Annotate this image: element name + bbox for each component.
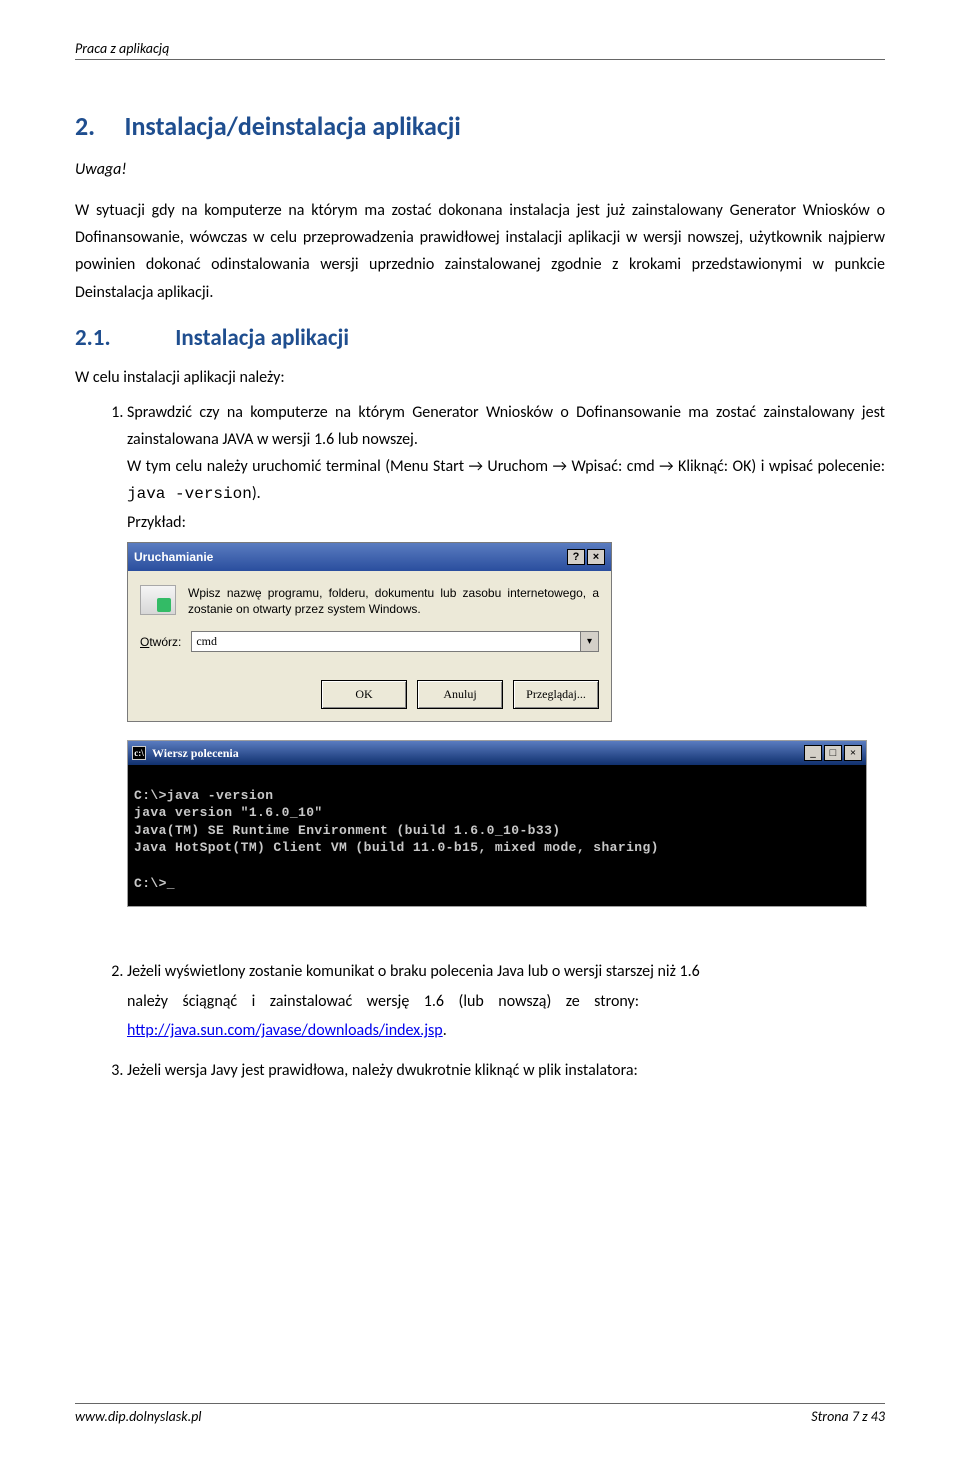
warning-label: Uwaga! (75, 160, 885, 179)
step1-line1: Sprawdzić czy na komputerze na którym Ge… (127, 403, 885, 449)
maximize-button[interactable]: □ (824, 745, 842, 761)
dropdown-icon[interactable]: ▾ (580, 632, 598, 651)
open-input[interactable] (192, 632, 580, 651)
page-footer: www.dip.dolnyslask.pl Strona 7 z 43 (75, 1403, 885, 1425)
step1-line2c: ). (252, 484, 261, 503)
step-2: Jeżeli wyświetlony zostanie komunikat o … (127, 957, 885, 1046)
ok-button[interactable]: OK (321, 680, 407, 708)
step2-line2: należy ściągnąć i zainstalować wersję 1.… (127, 992, 639, 1011)
run-dialog-title: Uruchamianie (134, 547, 213, 567)
run-dialog-desc: Wpisz nazwę programu, folderu, dokumentu… (188, 585, 599, 617)
cancel-button[interactable]: Anuluj (417, 680, 503, 708)
steps-list-1: Sprawdzić czy na komputerze na którym Ge… (75, 399, 885, 907)
subsection-heading: 2.1. Instalacja aplikacji (75, 324, 885, 352)
close-button[interactable]: × (844, 745, 862, 761)
step1-command: java -version (127, 485, 252, 503)
cmd-titlebar: c:\ Wiersz polecenia _ □ × (128, 741, 866, 765)
java-download-link[interactable]: http://java.sun.com/javase/downloads/ind… (127, 1021, 443, 1040)
cmd-window: c:\ Wiersz polecenia _ □ × C:\>java -ver… (127, 740, 867, 907)
run-icon (140, 585, 176, 615)
section-number: 2. (75, 110, 95, 142)
section-heading: 2. Instalacja/deinstalacja aplikacji (75, 110, 885, 142)
browse-button[interactable]: Przeglądaj... (513, 680, 599, 708)
cmd-title-text: Wiersz polecenia (152, 743, 239, 763)
intro-paragraph: W sytuacji gdy na komputerze na którym m… (75, 197, 885, 306)
subsection-title: Instalacja aplikacji (175, 324, 349, 352)
steps-intro: W celu instalacji aplikacji należy: (75, 368, 885, 387)
page-header: Praca z aplikacją (75, 40, 885, 60)
steps-list-2: Jeżeli wyświetlony zostanie komunikat o … (75, 957, 885, 1085)
cmd-output: C:\>java -version java version "1.6.0_10… (128, 765, 866, 906)
footer-right: Strona 7 z 43 (811, 1408, 885, 1425)
section-title-text: Instalacja/deinstalacja aplikacji (125, 110, 461, 142)
help-button[interactable]: ? (567, 549, 585, 565)
open-input-wrap[interactable]: ▾ (191, 631, 599, 652)
open-label: Otwórz: (140, 632, 181, 652)
step1-example-label: Przykład: (127, 513, 186, 532)
step-3: Jeżeli wersja Javy jest prawidłowa, nale… (127, 1056, 885, 1086)
step1-line2a: W tym celu należy uruchomić terminal (Me… (127, 457, 885, 476)
step-1: Sprawdzić czy na komputerze na którym Ge… (127, 399, 885, 907)
minimize-button[interactable]: _ (804, 745, 822, 761)
close-button[interactable]: × (587, 549, 605, 565)
run-dialog: Uruchamianie ? × Wpisz nazwę programu, f… (127, 542, 612, 722)
step2-line1: Jeżeli wyświetlony zostanie komunikat o … (127, 962, 700, 981)
run-dialog-titlebar: Uruchamianie ? × (128, 543, 611, 571)
cmd-title-icon: c:\ (132, 746, 146, 760)
subsection-number: 2.1. (75, 324, 170, 352)
header-title: Praca z aplikacją (75, 40, 169, 57)
footer-left: www.dip.dolnyslask.pl (75, 1408, 202, 1425)
step2-period: . (443, 1021, 447, 1040)
